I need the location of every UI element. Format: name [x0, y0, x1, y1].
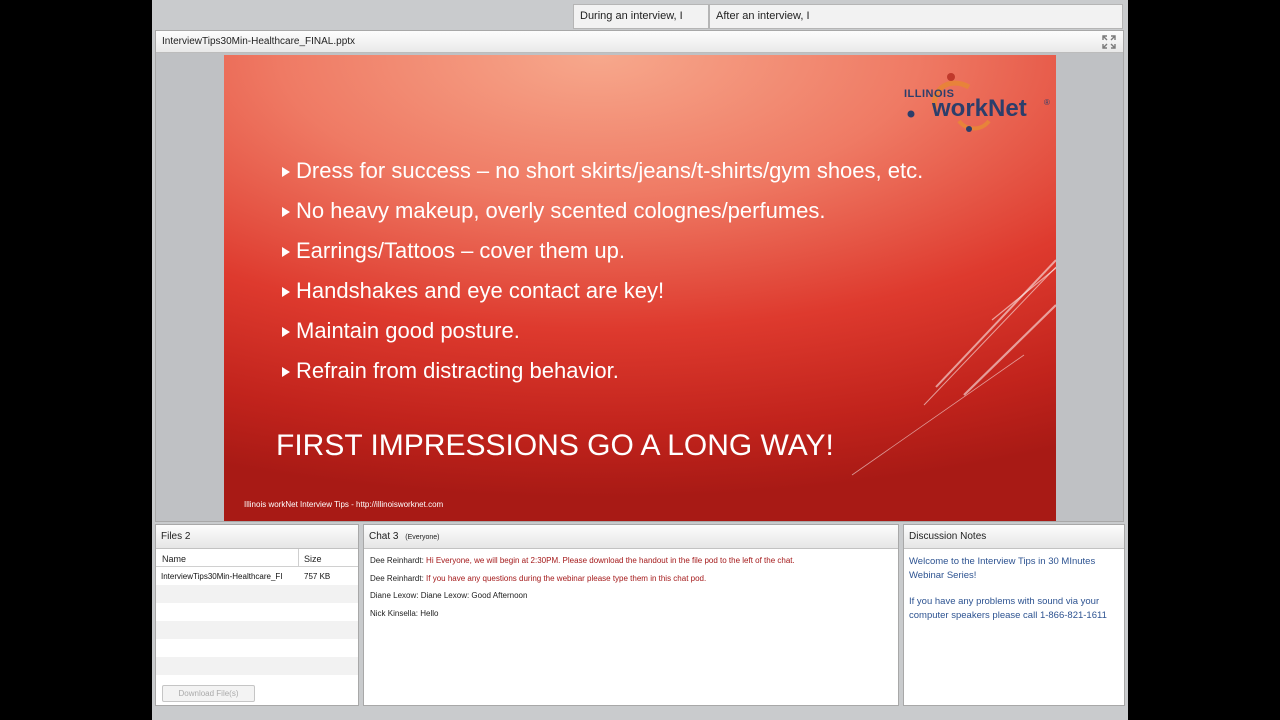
chat-sender: Diane Lexow: — [370, 591, 419, 600]
chat-text: Hi Everyone, we will begin at 2:30PM. Pl… — [426, 556, 795, 565]
slide-bullet: Refrain from distracting behavior. — [280, 358, 923, 398]
slide-bullet: Earrings/Tattoos – cover them up. — [280, 238, 923, 278]
chat-audience[interactable]: (Everyone) — [405, 534, 439, 541]
file-row — [156, 639, 358, 657]
chat-pod-title: Chat 3 — [369, 531, 399, 542]
notes-pod-title: Discussion Notes — [904, 525, 1124, 549]
file-row — [156, 657, 358, 675]
chat-message: Dee Reinhardt: If you have any questions… — [370, 574, 892, 592]
share-pod-header: InterviewTips30Min-Healthcare_FINAL.pptx — [156, 31, 1123, 53]
slide-headline: FIRST IMPRESSIONS GO A LONG WAY! — [276, 429, 834, 462]
chat-message: Nick Kinsella: Hello — [370, 609, 892, 627]
fullscreen-icon[interactable] — [1101, 34, 1117, 50]
file-row[interactable]: InterviewTips30Min-Healthcare_FI 757 KB — [156, 567, 358, 585]
document-title: InterviewTips30Min-Healthcare_FINAL.pptx — [162, 36, 356, 47]
slide-bullet-list: Dress for success – no short skirts/jean… — [280, 158, 923, 398]
file-row — [156, 621, 358, 639]
chat-text: Diane Lexow: Good Afternoon — [420, 591, 528, 600]
slide-bullet: Handshakes and eye contact are key! — [280, 278, 923, 318]
tab-after-interview[interactable]: After an interview, I — [709, 4, 1123, 29]
download-files-button[interactable]: Download File(s) — [162, 685, 255, 702]
chat-text: Hello — [420, 608, 439, 618]
notes-paragraph: If you have any problems with sound via … — [909, 596, 1107, 621]
chat-message: Dee Reinhardt: Hi Everyone, we will begi… — [370, 556, 892, 574]
chat-pod: Chat 3 (Everyone) Dee Reinhardt: Hi Ever… — [363, 524, 899, 706]
file-name: InterviewTips30Min-Healthcare_FI — [161, 572, 283, 581]
tab-during-interview[interactable]: During an interview, I — [573, 4, 709, 29]
files-table: Name Size InterviewTips30Min-Healthcare_… — [156, 549, 358, 675]
chat-sender: Dee Reinhardt: — [370, 556, 424, 565]
notes-content: Welcome to the Interview Tips in 30 MInu… — [904, 549, 1124, 641]
slide-bullet: Maintain good posture. — [280, 318, 923, 358]
column-header-name[interactable]: Name — [162, 554, 186, 564]
files-pod: Files 2 Name Size InterviewTips30Min-Hea… — [155, 524, 359, 706]
column-divider[interactable] — [298, 549, 299, 567]
illinois-worknet-logo: ILLINOIS workNet ® — [899, 65, 1055, 143]
file-size: 757 KB — [304, 572, 331, 581]
chat-sender: Dee Reinhardt: — [370, 573, 424, 583]
layout-tabs: During an interview, I After an intervie… — [573, 4, 1123, 29]
chat-sender: Nick Kinsella: — [370, 608, 419, 618]
chat-pod-header: Chat 3 (Everyone) — [364, 525, 898, 549]
slide-bullet: No heavy makeup, overly scented colognes… — [280, 198, 923, 238]
share-stage: ILLINOIS workNet ® Dress for success – n… — [156, 53, 1123, 521]
files-pod-title: Files 2 — [156, 525, 358, 549]
share-pod: InterviewTips30Min-Healthcare_FINAL.pptx — [155, 30, 1124, 522]
meeting-room: During an interview, I After an intervie… — [152, 0, 1128, 720]
chat-text: If you have any questions during the web… — [426, 573, 707, 583]
presentation-slide: ILLINOIS workNet ® Dress for success – n… — [224, 55, 1056, 521]
notes-pod: Discussion Notes Welcome to the Intervie… — [903, 524, 1125, 706]
chat-message: Diane Lexow: Diane Lexow: Good Afternoon — [370, 591, 892, 609]
slide-bullet: Dress for success – no short skirts/jean… — [280, 158, 923, 198]
file-row — [156, 603, 358, 621]
file-row — [156, 585, 358, 603]
column-header-size[interactable]: Size — [304, 554, 322, 564]
notes-paragraph: Welcome to the Interview Tips in 30 MInu… — [909, 556, 1096, 581]
logo-brand-text: workNet — [932, 95, 1027, 122]
slide-footer: Illinois workNet Interview Tips - http:/… — [244, 500, 444, 509]
chat-message-list[interactable]: Dee Reinhardt: Hi Everyone, we will begi… — [364, 549, 898, 705]
logo-registered-mark: ® — [1044, 98, 1050, 107]
files-table-header: Name Size — [156, 549, 358, 567]
